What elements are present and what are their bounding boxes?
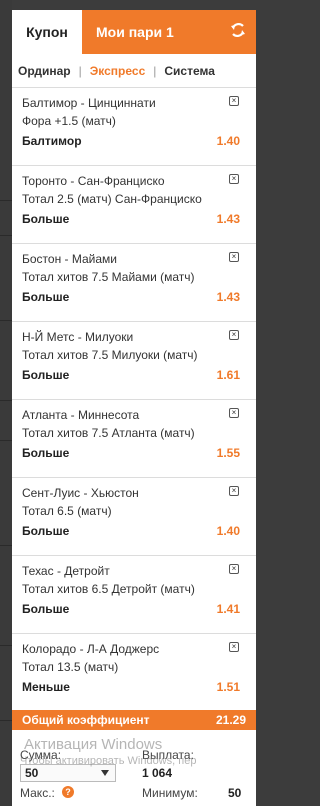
bet-market: Тотал хитов 6.5 Детройт (матч) — [22, 582, 195, 596]
remove-bet-icon[interactable]: × — [229, 564, 239, 574]
bet-market: Тотал 6.5 (матч) — [22, 504, 112, 518]
refresh-icon — [229, 21, 247, 44]
max-label: Макс.: — [20, 786, 55, 800]
bet-event: Атланта - Миннесота — [22, 408, 140, 422]
divider: | — [153, 63, 157, 78]
total-odds-value: 21.29 — [215, 713, 246, 727]
help-icon[interactable]: ? — [62, 786, 74, 798]
bet-item: Атланта - Миннесота Тотал хитов 7.5 Атла… — [12, 400, 256, 478]
bet-odds: 1.43 — [216, 212, 240, 226]
tab-single[interactable]: Ординар — [18, 64, 71, 78]
bet-market: Тотал 2.5 (матч) Сан-Франциско — [22, 192, 202, 206]
bet-odds: 1.51 — [216, 680, 240, 694]
bet-market: Фора +1.5 (матч) — [22, 114, 116, 128]
min-label: Минимум: — [142, 786, 198, 800]
bet-item: Балтимор - Цинциннати Фора +1.5 (матч) Б… — [12, 88, 256, 166]
sum-label: Сумма: — [20, 748, 62, 762]
bet-event: Бостон - Майами — [22, 252, 118, 266]
remove-bet-icon[interactable]: × — [229, 486, 239, 496]
bet-event: Колорадо - Л-А Доджерс — [22, 642, 160, 656]
bet-outcome: Больше — [22, 602, 70, 616]
bet-outcome: Больше — [22, 212, 70, 226]
bet-event: Торонто - Сан-Франциско — [22, 174, 165, 188]
bet-market: Тотал 13.5 (матч) — [22, 660, 119, 674]
bet-odds: 1.40 — [216, 524, 240, 538]
bet-outcome: Больше — [22, 524, 70, 538]
stake-footer: Сумма: 50 Макс.: ? Выплата: 1 064 Миниму… — [12, 730, 256, 806]
bet-odds: 1.55 — [216, 446, 240, 460]
refresh-button[interactable] — [220, 10, 256, 54]
bet-outcome: Больше — [22, 290, 70, 304]
remove-bet-icon[interactable]: × — [229, 252, 239, 262]
bet-item: Торонто - Сан-Франциско Тотал 2.5 (матч)… — [12, 166, 256, 244]
tab-express[interactable]: Экспресс — [90, 64, 146, 78]
bet-item: Техас - Детройт Тотал хитов 6.5 Детройт … — [12, 556, 256, 634]
bet-outcome: Больше — [22, 446, 70, 460]
remove-bet-icon[interactable]: × — [229, 174, 239, 184]
bet-outcome: Больше — [22, 368, 70, 382]
bet-event: Балтимор - Цинциннати — [22, 96, 156, 110]
bet-item: Сент-Луис - Хьюстон Тотал 6.5 (матч) Бол… — [12, 478, 256, 556]
tab-coupon[interactable]: Купон — [12, 10, 82, 54]
bet-item: Бостон - Майами Тотал хитов 7.5 Майами (… — [12, 244, 256, 322]
remove-bet-icon[interactable]: × — [229, 408, 239, 418]
chevron-down-icon — [101, 770, 109, 776]
bet-event: Техас - Детройт — [22, 564, 110, 578]
payout-value: 1 064 — [142, 766, 173, 780]
total-odds-bar: Общий коэффициент 21.29 — [12, 710, 256, 730]
bet-slip-tabs: Купон Мои пари 1 — [12, 10, 256, 54]
bet-slip-panel: Купон Мои пари 1 Ординар | Экспресс | Си… — [12, 10, 256, 806]
bet-odds: 1.43 — [216, 290, 240, 304]
bet-event: Сент-Луис - Хьюстон — [22, 486, 139, 500]
divider: | — [78, 63, 82, 78]
bet-outcome: Меньше — [22, 680, 70, 694]
bet-market: Тотал хитов 7.5 Атланта (матч) — [22, 426, 195, 440]
remove-bet-icon[interactable]: × — [229, 642, 239, 652]
bet-odds: 1.41 — [216, 602, 240, 616]
bet-odds: 1.61 — [216, 368, 240, 382]
stake-value: 50 — [25, 766, 39, 780]
bet-outcome: Балтимор — [22, 134, 82, 148]
bet-item: Н-Й Метс - Милуоки Тотал хитов 7.5 Милуо… — [12, 322, 256, 400]
bet-list: Балтимор - Цинциннати Фора +1.5 (матч) Б… — [12, 88, 256, 712]
bet-item: Колорадо - Л-А Доджерс Тотал 13.5 (матч)… — [12, 634, 256, 712]
bet-market: Тотал хитов 7.5 Милуоки (матч) — [22, 348, 198, 362]
payout-label: Выплата: — [142, 748, 194, 762]
bet-event: Н-Й Метс - Милуоки — [22, 330, 134, 344]
tab-my-bets[interactable]: Мои пари 1 — [82, 10, 220, 54]
remove-bet-icon[interactable]: × — [229, 330, 239, 340]
left-edge-strip — [0, 0, 12, 806]
tab-system[interactable]: Система — [164, 64, 215, 78]
bet-type-tabs: Ординар | Экспресс | Система — [12, 54, 256, 88]
bet-odds: 1.40 — [216, 134, 240, 148]
remove-bet-icon[interactable]: × — [229, 96, 239, 106]
bet-market: Тотал хитов 7.5 Майами (матч) — [22, 270, 195, 284]
min-value: 50 — [228, 786, 242, 800]
total-odds-label: Общий коэффициент — [22, 713, 150, 727]
stake-select[interactable]: 50 — [20, 764, 116, 782]
